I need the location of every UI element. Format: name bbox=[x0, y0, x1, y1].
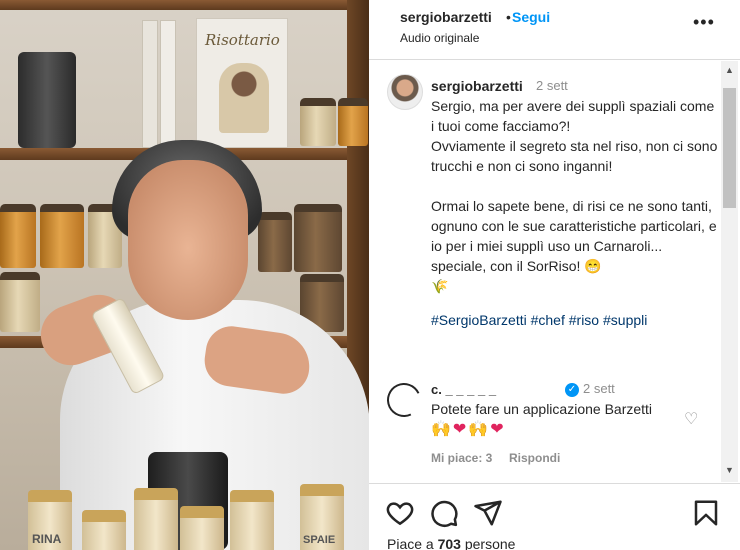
comment-timestamp[interactable]: 2 sett bbox=[583, 381, 615, 396]
jar bbox=[0, 272, 40, 332]
scrollbar-thumb[interactable] bbox=[723, 88, 736, 208]
book-title: Risottario bbox=[205, 31, 280, 49]
jar bbox=[300, 98, 336, 146]
likes-suffix: persone bbox=[460, 536, 516, 550]
bookmark-icon[interactable] bbox=[691, 498, 721, 528]
header-username[interactable]: sergiobarzetti bbox=[400, 9, 492, 25]
jar bbox=[40, 204, 84, 268]
table-jar: SPAIE bbox=[300, 484, 344, 550]
likes-count[interactable]: Piace a 703 persone bbox=[387, 536, 515, 550]
table-jar bbox=[230, 490, 274, 550]
table-jar-label: SPAIE bbox=[303, 534, 336, 546]
verified-icon: ✓ bbox=[565, 383, 579, 397]
post-actions: Piace a 703 persone bbox=[369, 483, 740, 550]
book-cover-photo bbox=[219, 63, 269, 133]
hashtag-link[interactable]: #riso bbox=[569, 312, 599, 328]
table-jar bbox=[82, 510, 126, 550]
chef-face bbox=[128, 160, 248, 320]
comment-likes[interactable]: Mi piace: 3 bbox=[431, 451, 492, 465]
likes-prefix: Piace a bbox=[387, 536, 438, 550]
book-spine bbox=[160, 20, 176, 148]
comment-icon[interactable] bbox=[429, 498, 459, 528]
heart-icon[interactable] bbox=[385, 498, 415, 528]
jar bbox=[258, 212, 292, 272]
book-spine bbox=[142, 20, 158, 148]
scrollbar[interactable]: ▲ ▼ bbox=[721, 61, 738, 482]
tin-can bbox=[18, 52, 76, 148]
jar bbox=[0, 204, 36, 268]
hashtag-link[interactable]: #SergioBarzetti bbox=[431, 312, 527, 328]
caption-username[interactable]: sergiobarzetti bbox=[431, 78, 523, 94]
likes-number: 703 bbox=[437, 536, 461, 550]
comments-scroll-area[interactable]: sergiobarzetti 2 sett Sergio, ma per ave… bbox=[369, 61, 740, 483]
table-jar-label: RINA bbox=[32, 532, 62, 546]
caption-timestamp[interactable]: 2 sett bbox=[536, 78, 568, 93]
comment-username[interactable]: c. _ _ _ _ _ bbox=[431, 382, 496, 397]
book-cover: Risottario bbox=[196, 18, 288, 148]
scroll-up-arrow-icon[interactable]: ▲ bbox=[725, 65, 734, 75]
scroll-down-arrow-icon[interactable]: ▼ bbox=[725, 465, 734, 475]
table-jar bbox=[180, 506, 224, 550]
table-jar: RINA bbox=[28, 490, 72, 550]
caption-text: Sergio, ma per avere dei supplì spaziali… bbox=[431, 98, 718, 294]
follow-button[interactable]: Segui bbox=[512, 9, 550, 25]
comment-text: Potete fare un applicazione Barzetti bbox=[431, 401, 653, 417]
post-header: sergiobarzetti • Segui Audio originale •… bbox=[369, 0, 740, 60]
caption-hashtags: #SergioBarzetti #chef #riso #suppli bbox=[431, 312, 647, 328]
table-jar bbox=[134, 488, 178, 550]
more-icon[interactable]: ••• bbox=[693, 13, 717, 36]
header-separator: • bbox=[506, 9, 511, 25]
hashtag-link[interactable]: #suppli bbox=[603, 312, 647, 328]
shelf bbox=[0, 0, 369, 10]
commenter-avatar[interactable] bbox=[382, 378, 426, 422]
share-icon[interactable] bbox=[473, 498, 503, 528]
post-panel: sergiobarzetti • Segui Audio originale •… bbox=[369, 0, 740, 550]
jar bbox=[294, 204, 342, 272]
comment-emojis: 🙌❤🙌❤ bbox=[431, 421, 506, 438]
jar bbox=[338, 98, 368, 146]
post-media[interactable]: Risottario RINA SPAIE bbox=[0, 0, 369, 550]
original-audio-link[interactable]: Audio originale bbox=[400, 31, 479, 45]
avatar[interactable] bbox=[387, 74, 423, 110]
comment-like-heart-icon[interactable]: ♡ bbox=[684, 409, 698, 429]
hashtag-link[interactable]: #chef bbox=[531, 312, 565, 328]
reply-button[interactable]: Rispondi bbox=[509, 451, 560, 465]
